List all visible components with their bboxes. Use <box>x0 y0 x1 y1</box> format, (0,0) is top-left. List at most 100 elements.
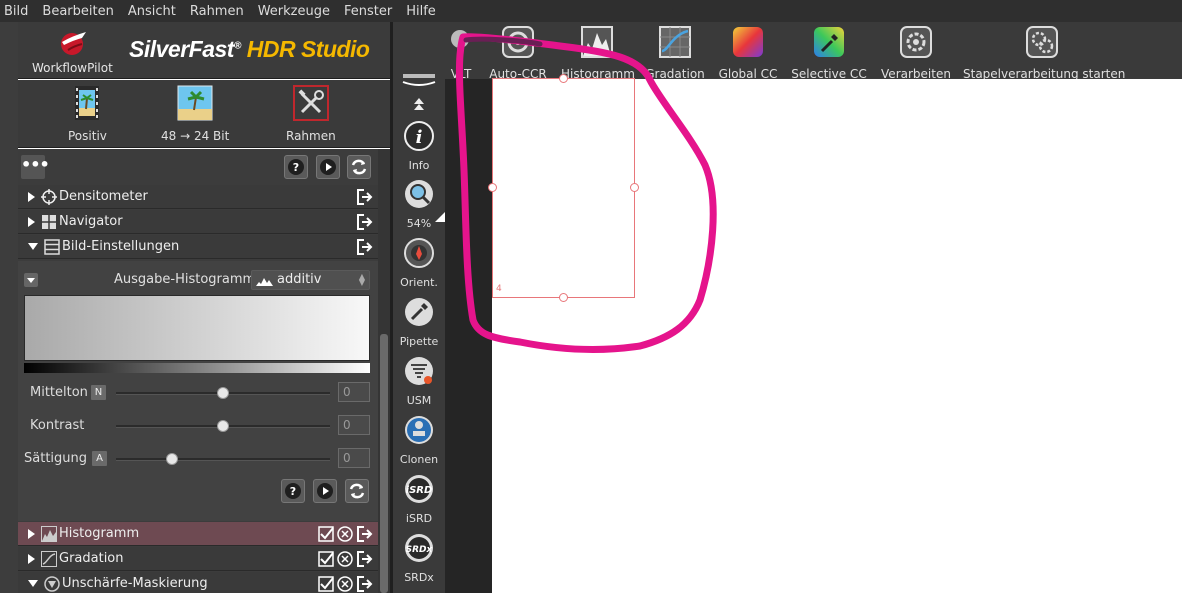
panel-scrollbar-thumb[interactable] <box>380 334 388 593</box>
slider-value-field[interactable]: 0 <box>338 448 370 468</box>
tool-clone[interactable]: Clonen <box>393 414 445 466</box>
remove-circle-icon[interactable] <box>337 550 353 567</box>
export-icon[interactable] <box>356 550 374 568</box>
srdx-icon: SRDx <box>405 534 434 562</box>
slider-badge[interactable]: N <box>91 385 106 400</box>
zoom-menu-corner-icon[interactable] <box>435 212 445 222</box>
slider-value-field[interactable]: 0 <box>338 415 370 435</box>
checkbox-checked-icon[interactable] <box>318 525 334 542</box>
slider-knob[interactable] <box>217 387 229 399</box>
selective-cc-icon <box>814 27 844 57</box>
export-icon[interactable] <box>356 213 374 231</box>
tool-isrd[interactable]: iSRD iSRD <box>393 473 445 525</box>
reset-button[interactable] <box>347 155 371 179</box>
export-icon[interactable] <box>356 525 374 543</box>
tone-ramp <box>24 363 370 373</box>
reset-button[interactable] <box>345 479 369 503</box>
tools-icon <box>292 85 329 121</box>
section-histogramm[interactable]: Histogramm <box>18 522 378 546</box>
play-button[interactable] <box>316 155 340 179</box>
expand-arrow-icon[interactable] <box>28 528 35 539</box>
frame-handle-right[interactable] <box>630 183 639 192</box>
tool-srdx[interactable]: SRDx SRDx <box>393 532 445 584</box>
toolbar-gradation[interactable]: Gradation <box>645 25 705 81</box>
toolbar-auto-ccr[interactable]: Auto-CCR <box>488 25 548 81</box>
menu-rahmen[interactable]: Rahmen <box>185 4 253 19</box>
workflow-pilot-logo-icon[interactable] <box>58 28 90 56</box>
help-button[interactable]: ? <box>281 479 305 503</box>
tool-info[interactable]: i Info <box>393 120 445 172</box>
menu-werkzeuge[interactable]: Werkzeuge <box>253 4 339 19</box>
expand-arrow-icon[interactable] <box>28 191 35 202</box>
section-title: Unschärfe-Maskierung <box>62 576 208 591</box>
slider-knob[interactable] <box>166 453 178 465</box>
output-histogram-toggle[interactable] <box>24 273 38 287</box>
slider-knob[interactable] <box>217 420 229 432</box>
menu-bar: Bild Bearbeiten Ansicht Rahmen Werkzeuge… <box>0 0 1182 22</box>
collapse-arrow-icon[interactable] <box>28 243 38 250</box>
frame-number: 4 <box>496 284 502 294</box>
section-densitometer[interactable]: Densitometer <box>18 185 378 209</box>
toolbar-vlt[interactable]: VLT <box>445 25 477 81</box>
slider-value-field[interactable]: 0 <box>338 382 370 402</box>
slider-badge[interactable]: A <box>92 451 107 466</box>
tool-label: Pipette <box>399 335 439 348</box>
brand-reg: ® <box>233 40 241 52</box>
tool-zoom[interactable]: 54% <box>393 178 445 230</box>
expand-arrow-icon[interactable] <box>28 553 35 564</box>
quick-bar: Positiv 48 → 24 Bit Rahmen <box>18 80 390 148</box>
toolbar-verarbeiten[interactable]: Verarbeiten <box>881 25 951 81</box>
auto-ccr-icon <box>502 26 534 58</box>
section-navigator[interactable]: Navigator <box>18 210 378 234</box>
menu-hilfe[interactable]: Hilfe <box>401 4 445 19</box>
scan-frame[interactable] <box>492 78 635 298</box>
tool-orientation[interactable]: Orient. <box>393 237 445 289</box>
collapse-arrow-icon[interactable] <box>28 580 38 587</box>
menu-ansicht[interactable]: Ansicht <box>123 4 185 19</box>
output-histogram-select[interactable]: additiv ▲ ▼ <box>251 270 370 290</box>
refresh-icon <box>349 483 365 499</box>
checkbox-checked-icon[interactable] <box>318 575 334 592</box>
scroll-up-icon[interactable] <box>412 96 426 110</box>
section-unschaerfe-maskierung[interactable]: Unschärfe-Maskierung <box>18 572 378 593</box>
isrd-icon: iSRD <box>405 475 433 503</box>
slider-track[interactable] <box>116 458 330 461</box>
app-header: WorkflowPilot SilverFast® HDR Studio <box>18 22 390 79</box>
export-icon[interactable] <box>356 238 374 256</box>
tool-usm[interactable]: USM <box>393 355 445 407</box>
svg-text:i: i <box>416 127 423 148</box>
remove-circle-icon[interactable] <box>337 525 353 542</box>
play-button[interactable] <box>313 479 337 503</box>
help-button[interactable]: ? <box>284 155 308 179</box>
output-histogram-label: Ausgabe-Histogramm <box>114 272 256 287</box>
expand-arrow-icon[interactable] <box>28 216 35 227</box>
tool-scroll-top-icon[interactable] <box>399 74 439 88</box>
brand-sub: HDR Studio <box>246 36 370 62</box>
section-gradation[interactable]: Gradation <box>18 547 378 571</box>
checkbox-checked-icon[interactable] <box>318 550 334 567</box>
frame-handle-top[interactable] <box>559 74 568 83</box>
pipette-icon <box>405 298 433 326</box>
frame-handle-bottom[interactable] <box>559 293 568 302</box>
rahmen-button[interactable]: Rahmen <box>286 85 336 143</box>
section-bild-einstellungen[interactable]: Bild-Einstellungen <box>18 235 378 259</box>
toolbar-histogramm[interactable]: Histogramm <box>561 25 635 81</box>
toolbar-global-cc[interactable]: Global CC <box>717 25 779 81</box>
bit-depth-button[interactable]: 48 → 24 Bit <box>161 85 229 143</box>
toolbar-stapelverarbeitung[interactable]: Stapelverarbeitung starten <box>963 25 1125 81</box>
menu-fenster[interactable]: Fenster <box>339 4 401 19</box>
main-toolbar: VLT Auto-CCR Histogramm Gradation Global… <box>445 22 1182 81</box>
positiv-button[interactable]: Positiv <box>68 85 107 143</box>
slider-row-mittelton: Mittelton N 0 <box>18 382 378 404</box>
toolbar-selective-cc[interactable]: Selective CC <box>791 25 867 81</box>
tool-pipette[interactable]: Pipette <box>393 296 445 348</box>
export-icon[interactable] <box>356 188 374 206</box>
frame-handle-left[interactable] <box>488 183 497 192</box>
brand-title: SilverFast® HDR Studio <box>129 36 370 63</box>
slider-label: Mittelton <box>30 385 88 400</box>
more-options-button[interactable]: ••• <box>21 155 50 179</box>
export-icon[interactable] <box>356 575 374 593</box>
menu-bild[interactable]: Bild <box>0 4 37 19</box>
menu-bearbeiten[interactable]: Bearbeiten <box>37 4 122 19</box>
remove-circle-icon[interactable] <box>337 575 353 592</box>
